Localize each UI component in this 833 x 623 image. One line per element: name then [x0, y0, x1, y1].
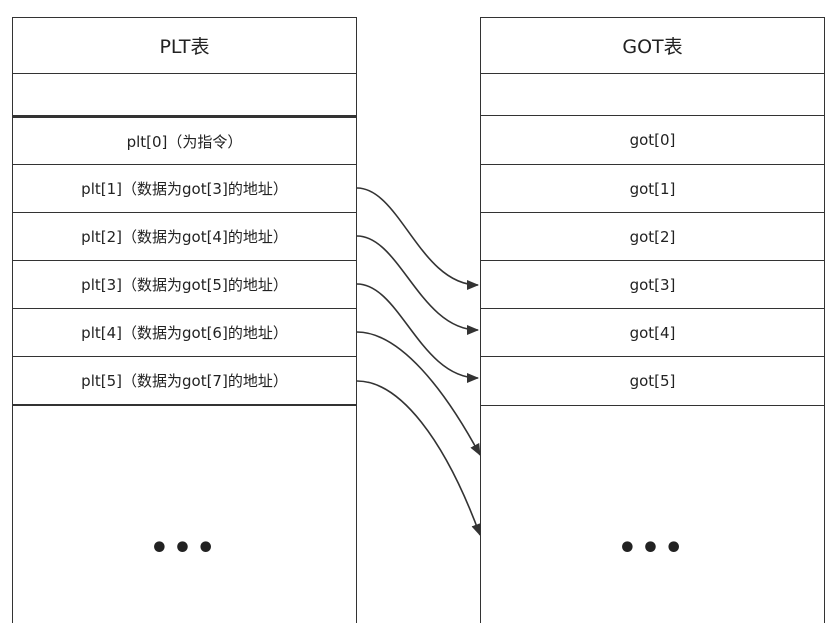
- arrow-plt2-to-got4: [356, 235, 479, 335]
- arrow-plt1-to-got3: [356, 187, 479, 290]
- arrow-plt4-to-got6: [356, 331, 481, 456]
- pointer-arrows: [356, 187, 481, 536]
- arrow-plt5-to-got7: [356, 380, 481, 536]
